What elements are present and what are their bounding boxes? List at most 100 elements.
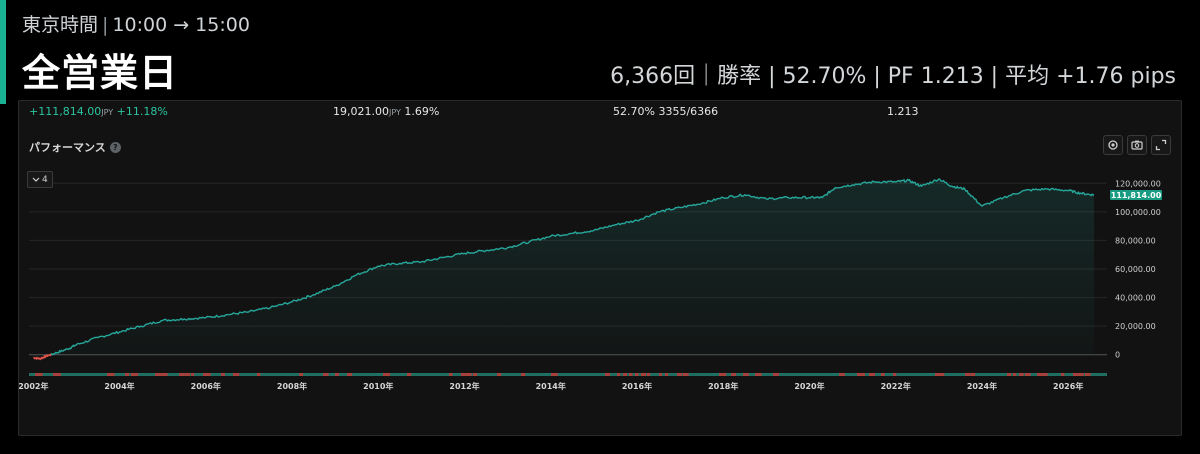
trade-strip-loss xyxy=(935,373,942,376)
trade-strip-loss xyxy=(107,373,115,376)
trade-strip-loss xyxy=(155,373,162,376)
net-profit-value: +111,814.00 xyxy=(29,105,102,118)
trade-strip-loss xyxy=(299,373,304,376)
session-label: 東京時間 | 10:00 → 15:00 xyxy=(22,10,250,37)
performance-panel: 0 20,000.00 40,000.00 60,000.00 80,000.00 100… xyxy=(18,100,1182,436)
performance-title: パフォーマンス? xyxy=(29,139,121,155)
trade-strip xyxy=(29,373,1107,376)
trade-strip-loss xyxy=(629,373,633,376)
performance-chart: 0 20,000.00 40,000.00 60,000.00 80,000.00 100… xyxy=(19,178,1162,391)
trade-strip-loss xyxy=(131,373,139,376)
y-axis: 0 20,000.00 40,000.00 60,000.00 80,000.00 100… xyxy=(1115,179,1161,359)
trade-strip-loss xyxy=(125,373,130,376)
trade-strip-loss xyxy=(203,373,211,376)
trade-strip-loss xyxy=(1019,373,1024,376)
accent-bar xyxy=(0,0,6,104)
trade-strip-loss xyxy=(839,373,845,376)
session-separator: | xyxy=(102,14,109,36)
x-tick-label: 2008年 xyxy=(277,381,307,391)
trade-strip-loss xyxy=(383,373,391,376)
x-tick-label: 2010年 xyxy=(363,381,393,391)
trade-strip-loss xyxy=(623,373,627,376)
trade-strip-loss xyxy=(1073,373,1080,376)
trade-strip-loss xyxy=(1061,373,1065,376)
trade-strip-loss xyxy=(677,373,683,376)
trade-strip-loss xyxy=(1043,373,1048,376)
x-tick-label: 2004年 xyxy=(104,381,134,391)
trade-strip-loss xyxy=(461,373,468,376)
trade-strip-loss xyxy=(641,373,647,376)
trade-strip-loss xyxy=(179,373,185,376)
trade-strip-loss xyxy=(1007,373,1012,376)
trade-strip-loss xyxy=(521,373,526,376)
profit-factor-value: 1.213 xyxy=(887,105,919,118)
y-tick-label: 20,000.00 xyxy=(1115,322,1156,331)
x-tick-label: 2026年 xyxy=(1053,381,1083,391)
summary-net-profit: +111,814.00JPY +11.18% xyxy=(29,105,168,118)
trade-strip-loss xyxy=(605,373,611,376)
trade-strip-loss xyxy=(659,373,663,376)
trade-strip-loss xyxy=(347,373,353,376)
screenshot-button[interactable] xyxy=(1127,135,1147,155)
session-name: 東京時間 xyxy=(22,14,99,36)
trade-strip-loss xyxy=(53,373,61,376)
trade-strip-loss xyxy=(1079,373,1084,376)
trade-strip-base xyxy=(29,373,1107,376)
chart-toolbar xyxy=(1103,135,1171,155)
trade-strip-loss xyxy=(407,373,412,376)
page-title: 全営業日 xyxy=(22,51,179,95)
trade-strip-loss xyxy=(257,373,261,376)
x-tick-label: 2012年 xyxy=(449,381,479,391)
x-tick-label: 2016年 xyxy=(622,381,652,391)
trade-strip-loss xyxy=(449,373,453,376)
trade-strip-loss xyxy=(635,373,639,376)
trade-strip-loss xyxy=(323,373,329,376)
trade-strip-loss xyxy=(1025,373,1031,376)
trade-strip-loss xyxy=(755,373,762,376)
y-tick-label: 40,000.00 xyxy=(1115,294,1156,303)
trade-strip-loss xyxy=(191,373,195,376)
last-value-marker: 111,814.00 xyxy=(1110,189,1162,200)
trade-strip-loss xyxy=(473,373,478,376)
y-tick-label: 100,000.00 xyxy=(1115,208,1161,217)
x-tick-label: 2006年 xyxy=(191,381,221,391)
trade-strip-loss xyxy=(683,373,689,376)
win-rate-value: 52.70% xyxy=(613,105,655,118)
performance-title-text: パフォーマンス xyxy=(29,141,106,154)
x-tick-label: 2022年 xyxy=(881,381,911,391)
trade-strip-loss xyxy=(1085,373,1091,376)
trade-strip-loss xyxy=(665,373,669,376)
settings-icon xyxy=(1108,140,1118,150)
trade-strip-loss xyxy=(869,373,875,376)
help-icon[interactable]: ? xyxy=(109,142,121,153)
camera-icon xyxy=(1131,140,1143,150)
fullscreen-button[interactable] xyxy=(1151,135,1171,155)
x-tick-label: 2024年 xyxy=(967,381,997,391)
trade-strip-loss xyxy=(941,373,945,376)
trade-strip-loss xyxy=(731,373,737,376)
drawdown-pct: 1.69% xyxy=(404,105,440,118)
trade-strip-loss xyxy=(185,373,190,376)
x-axis: 2002年 2004年 2006年 2008年 2010年 2012年 2014年 2016年… xyxy=(19,381,1083,391)
x-tick-label: 2018年 xyxy=(708,381,738,391)
last-value-text: 111,814.00 xyxy=(1111,191,1162,200)
net-profit-pct: +11.18% xyxy=(116,105,168,118)
stats-line: 6,366回｜勝率 | 52.70% | PF 1.213 | 平均 +1.76… xyxy=(610,64,1176,89)
trade-strip-loss xyxy=(335,373,339,376)
settings-button[interactable] xyxy=(1103,135,1123,155)
y-tick-label: 120,000.00 xyxy=(1115,179,1161,188)
x-tick-label: 2002年 xyxy=(19,381,48,391)
session-range: 10:00 → 15:00 xyxy=(112,14,250,36)
win-ratio-value: 3355/6366 xyxy=(658,105,719,118)
net-profit-unit: JPY xyxy=(101,108,114,117)
trade-strip-loss xyxy=(971,373,976,376)
summary-win-rate: 52.70% 3355/6366 xyxy=(613,105,718,118)
x-tick-label: 2014年 xyxy=(536,381,566,391)
summary-drawdown: 19,021.00JPY 1.69% xyxy=(333,105,439,118)
trade-strip-loss xyxy=(893,373,897,376)
chevron-down-icon xyxy=(32,177,40,182)
trade-strip-loss xyxy=(881,373,885,376)
zoom-selector[interactable]: 4 xyxy=(27,171,53,188)
zoom-value: 4 xyxy=(42,174,48,185)
trade-strip-loss xyxy=(719,373,727,376)
